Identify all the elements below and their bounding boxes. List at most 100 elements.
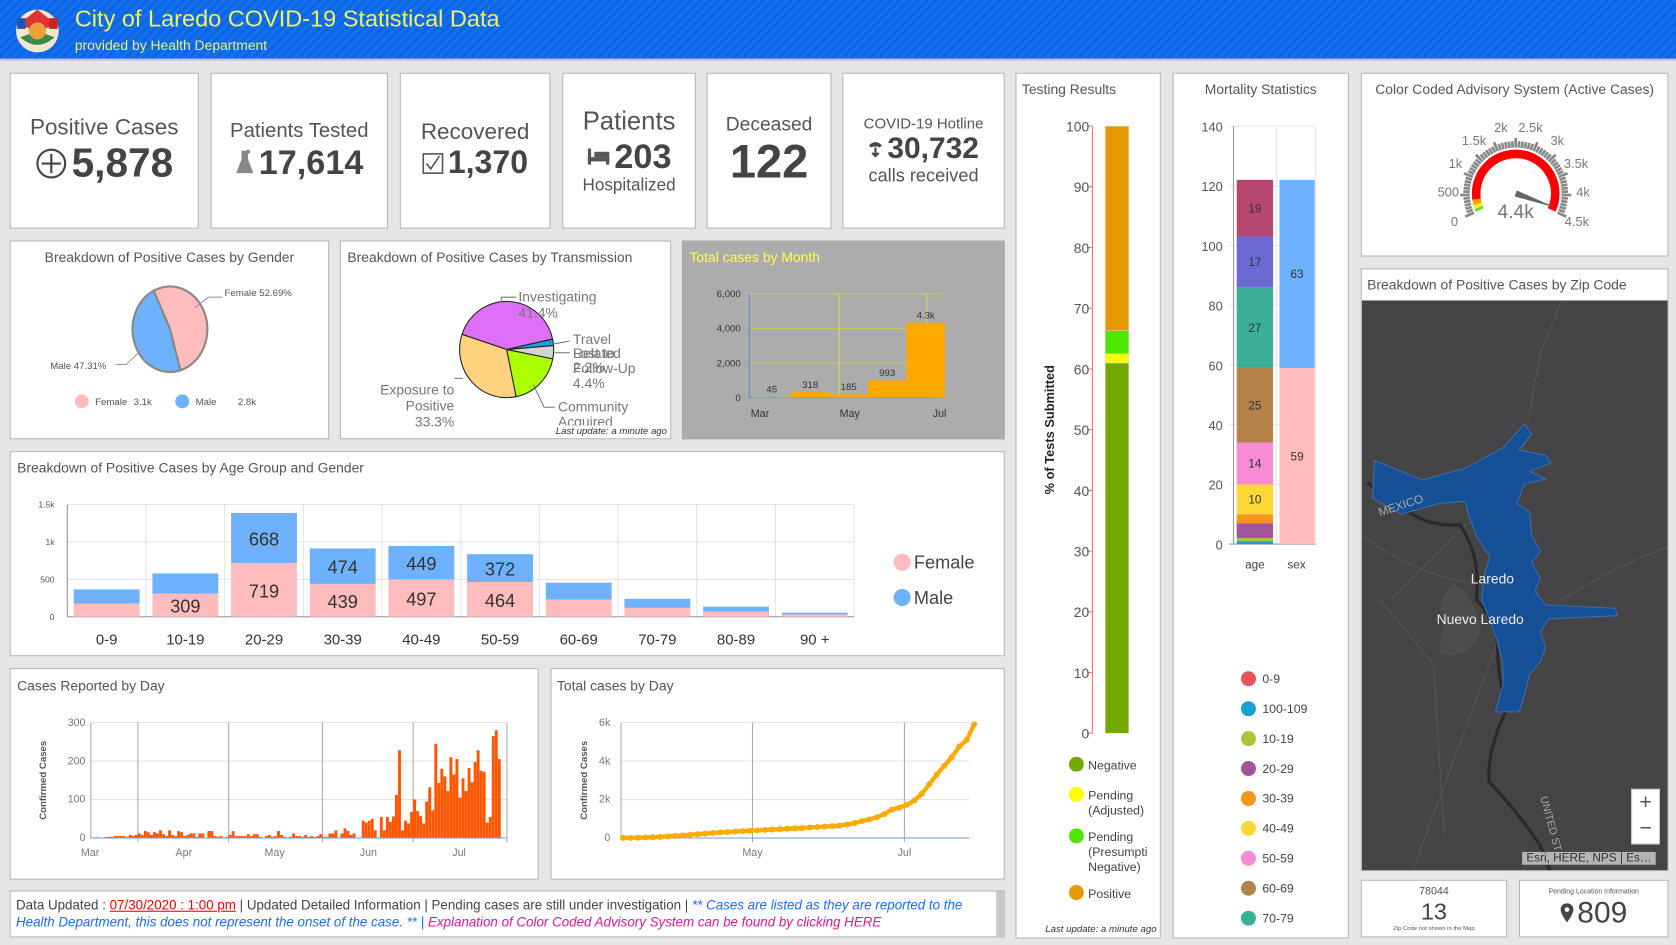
y-tick-label: 300 <box>68 717 86 729</box>
total-cases-by-day-chart: 0 2k 4k 6k May Jul Confirmed Cases <box>579 717 978 859</box>
bar-value-label: 372 <box>485 560 515 580</box>
month-bar-mar <box>752 396 791 398</box>
cumulative-point <box>761 826 768 833</box>
update-date-link[interactable]: 07/30/2020 : 1:00 pm <box>110 898 236 913</box>
cumulative-point <box>829 823 836 830</box>
zoom-in-button[interactable]: + <box>1632 790 1659 816</box>
hotline-card: COVID-19 Hotline 30,732 calls received <box>842 72 1005 229</box>
daily-bar <box>473 761 477 839</box>
cumulative-point <box>791 825 798 832</box>
bar-male-80-89 <box>703 606 769 612</box>
age-gender-chart: 0 500 1k 1.5k 0-9 309 10-19 719 668 20-29 439 474 30… <box>38 500 974 649</box>
cumulative-point <box>657 833 664 840</box>
cumulative-point <box>866 816 873 823</box>
y-tick-label: 4,000 <box>717 324 741 335</box>
cumulative-point <box>799 825 806 832</box>
daily-bar <box>162 834 165 839</box>
daily-bar <box>470 782 474 839</box>
daily-bar <box>210 831 214 839</box>
gauge-tick-label: 1.5k <box>1462 133 1487 148</box>
daily-bar <box>401 830 404 839</box>
cases-by-day-chart: 0 100 200 300 Mar Apr May Jun Jul Confirmed Cases <box>38 717 508 859</box>
daily-bar <box>428 787 432 839</box>
female-legend-swatch <box>74 394 89 409</box>
daily-bar <box>346 831 350 839</box>
exposure-callout: Exposure to Positive 33.3% <box>369 382 454 430</box>
cumulative-point <box>926 781 933 788</box>
y-tick-label: 140 <box>1201 119 1222 134</box>
legend-swatch <box>1240 761 1256 777</box>
daily-bar <box>137 833 141 839</box>
bar-value-label: 668 <box>249 529 279 549</box>
card-label: Deceased <box>725 112 813 135</box>
cases-by-month-panel: Total cases by Month 0 2,000 4,000 6,000 45 3… <box>681 240 1005 440</box>
gauge-tick <box>1490 146 1497 154</box>
zip-code-map[interactable]: MEXICO Laredo Nuevo Laredo UNITED ST <box>1361 300 1669 871</box>
legend-label: 70-79 <box>1262 911 1294 925</box>
cumulative-point <box>649 834 656 841</box>
map-attribution[interactable]: Esri, HERE, NPS | Es… <box>1522 851 1656 865</box>
x-tick-label: 20-29 <box>245 632 283 649</box>
gauge-band <box>1473 202 1483 209</box>
cumulative-point <box>806 824 813 831</box>
x-tick-label: 10-19 <box>166 632 204 649</box>
dashboard-subtitle: provided by Health Department <box>74 37 268 54</box>
gauge-band <box>1472 198 1482 206</box>
cumulative-point <box>896 804 903 811</box>
cumulative-point <box>672 832 679 839</box>
gauge-tick <box>1507 141 1511 149</box>
gauge-tick-label: 2k <box>1494 120 1508 135</box>
mortality-segment <box>1236 523 1274 539</box>
callout-pct: 41.4% <box>518 304 558 321</box>
x-tick-label: May <box>742 847 763 859</box>
legend-label: 40-49 <box>1262 822 1294 836</box>
pending-location-card: Pending Location Information 809 <box>1518 879 1669 938</box>
y-tick-label: 50 <box>1074 422 1090 438</box>
cumulative-point <box>702 830 709 837</box>
daily-bar <box>143 831 147 839</box>
cumulative-point <box>627 834 634 841</box>
x-tick-label: Jul <box>933 408 947 420</box>
daily-bar <box>443 776 447 839</box>
legend-swatch <box>1240 910 1256 926</box>
daily-bar <box>497 759 501 839</box>
y-tick-label: 90 <box>1074 179 1090 195</box>
gauge-tick <box>1464 202 1472 207</box>
data-label: 318 <box>802 380 818 391</box>
daily-bar <box>440 768 444 839</box>
callout-pct: 4.4% <box>572 375 605 392</box>
daily-bar <box>340 833 344 839</box>
daily-bar <box>476 750 480 839</box>
daily-bar <box>379 816 383 839</box>
bar-value-label: 449 <box>406 554 436 574</box>
bar-female-0-9 <box>73 603 140 617</box>
x-tick-label: Mar <box>81 847 100 859</box>
leader-line <box>532 384 555 408</box>
advisory-explanation-link[interactable]: Explanation of Color Coded Advisory Syst… <box>428 915 881 930</box>
cases-reported-by-day-panel: Cases Reported by Day 0 100 200 300 Mar Apr Ma… <box>9 668 539 880</box>
update-info: | Updated Detailed Information | Pending… <box>235 897 692 913</box>
daily-bar <box>201 833 205 839</box>
gauge-tick-label: 3.5k <box>1564 156 1589 171</box>
gauge-tick <box>1560 199 1568 204</box>
cumulative-point <box>971 721 978 728</box>
daily-bar <box>361 820 365 839</box>
card-label: Patients <box>582 106 676 136</box>
leader-line <box>552 340 570 345</box>
daily-bar <box>277 831 280 839</box>
x-tick-label: 90 + <box>800 632 830 649</box>
active-cases-gauge: 0 500 1k 1.5k 2k 2.5k 3k 3.5k 4k 4.5k 4.4k <box>1438 120 1591 229</box>
y-tick-label: 0 <box>1081 726 1089 742</box>
data-label: 185 <box>841 382 857 393</box>
panel-title: Breakdown of Positive Cases by Zip Code <box>1367 276 1627 293</box>
nuevo-laredo-label: Nuevo Laredo <box>1437 611 1524 627</box>
zoom-out-button[interactable]: − <box>1632 816 1659 842</box>
x-tick-label: 30-39 <box>324 632 362 649</box>
segment-label: 27 <box>1248 322 1261 335</box>
callout-label: Lost to Follow-Up <box>572 345 636 377</box>
x-tick-label: 0-9 <box>96 632 118 649</box>
daily-bar <box>168 830 172 839</box>
cumulative-point <box>881 810 888 817</box>
scrollbar[interactable] <box>996 891 1004 937</box>
y-tick-label: 20 <box>1209 478 1223 493</box>
